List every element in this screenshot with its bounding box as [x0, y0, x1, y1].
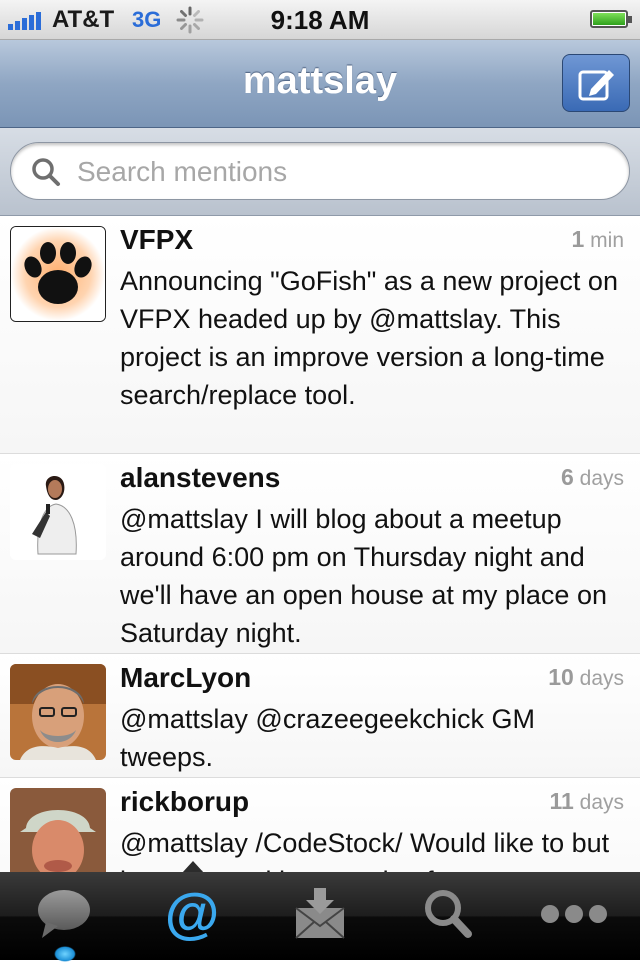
status-bar: AT&T 3G 9:18 AM — [0, 0, 640, 40]
tab-more[interactable] — [512, 872, 640, 960]
search-field[interactable] — [10, 142, 630, 201]
tweet-author[interactable]: alanstevens — [120, 462, 280, 494]
tweet-author[interactable]: rickborup — [120, 786, 249, 818]
avatar — [10, 226, 106, 322]
list-item[interactable]: VFPX 1 min Announcing "GoFish" as a new … — [0, 216, 640, 454]
tab-bar: @ — [0, 872, 640, 960]
inbox-icon — [295, 888, 345, 939]
tab-messages[interactable] — [256, 872, 384, 960]
tab-mentions[interactable]: @ — [128, 872, 256, 960]
compose-button[interactable] — [562, 54, 630, 112]
navigation-bar: mattslay — [0, 40, 640, 128]
compose-icon — [578, 70, 614, 101]
avatar — [10, 788, 106, 872]
list-item[interactable]: rickborup 11 days @mattslay /CodeStock/ … — [0, 778, 640, 872]
more-icon — [541, 905, 607, 923]
tweet-age: 6 days — [561, 464, 624, 490]
tweet-text: @mattslay I will blog about a meetup aro… — [120, 504, 607, 648]
search-bar — [0, 128, 640, 216]
tweet-author[interactable]: MarcLyon — [120, 662, 251, 694]
search-icon — [32, 158, 60, 186]
tab-search[interactable] — [384, 872, 512, 960]
avatar — [10, 464, 106, 560]
tweet-text: Announcing "GoFish" as a new project on … — [120, 266, 618, 410]
tweet-author[interactable]: VFPX — [120, 224, 193, 256]
search-input[interactable] — [75, 143, 609, 201]
clock-label: 9:18 AM — [270, 5, 370, 35]
mentions-list[interactable]: VFPX 1 min Announcing "GoFish" as a new … — [0, 216, 640, 872]
tweet-age: 1 min — [571, 226, 624, 252]
search-icon — [425, 890, 472, 938]
at-sign-icon: @ — [165, 886, 220, 942]
page-title: mattslay — [242, 60, 398, 102]
tweet-age: 11 days — [549, 788, 624, 814]
list-item[interactable]: MarcLyon 10 days @mattslay @crazeegeekch… — [0, 654, 640, 778]
speech-bubble-icon — [38, 890, 90, 938]
tweet-text: @mattslay @crazeegeekchick GM tweeps. — [120, 704, 535, 772]
battery-icon — [590, 10, 632, 28]
avatar — [10, 664, 106, 760]
list-item[interactable]: alanstevens 6 days @mattslay I will blog… — [0, 454, 640, 654]
svg-text:@: @ — [165, 886, 220, 942]
tweet-age: 10 days — [548, 664, 624, 690]
